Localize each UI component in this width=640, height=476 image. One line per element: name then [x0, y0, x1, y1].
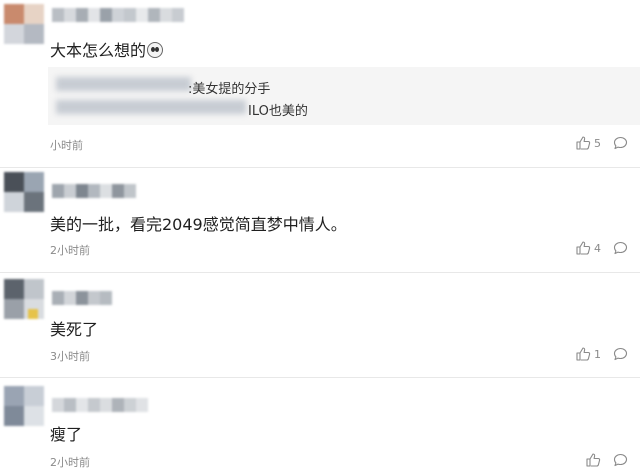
mosaic-tile [112, 398, 124, 412]
mosaic-tile [64, 398, 76, 412]
username-mosaic[interactable] [52, 398, 148, 412]
mosaic-tile [52, 291, 64, 305]
avatar-tile [24, 192, 44, 212]
comment-time: 2小时前 [50, 456, 90, 469]
like-button[interactable]: 1 [576, 347, 601, 361]
comment-text: 瘦了 [50, 425, 83, 444]
avatar-badge [28, 309, 38, 319]
comment-text: 美死了 [50, 320, 99, 339]
username-mosaic[interactable] [52, 184, 136, 198]
mosaic-tile [64, 8, 76, 22]
comment-item-1: 大本怎么想的 :美女提的分手 ILO也美的 小时前 5 [0, 0, 640, 167]
username-mosaic[interactable] [52, 291, 124, 305]
quote-line-2: ILO也美的 [248, 104, 308, 119]
avatar-tile [24, 24, 44, 44]
mosaic-tile [76, 184, 88, 198]
thumbs-up-icon [586, 453, 601, 467]
comment-bubble-icon [613, 453, 628, 467]
mosaic-tile [148, 8, 160, 22]
mosaic-tile [52, 8, 64, 22]
comment-text: 大本怎么想的 [50, 37, 164, 61]
quote-blur-block [56, 100, 246, 114]
avatar-tile [4, 4, 24, 24]
like-button[interactable]: 5 [576, 136, 601, 150]
comment-actions [586, 452, 628, 468]
avatar[interactable] [4, 172, 44, 212]
like-button[interactable] [586, 453, 601, 467]
mosaic-tile [100, 8, 112, 22]
like-count: 1 [594, 347, 601, 361]
comment-actions: 4 [576, 240, 628, 256]
comment-bubble-icon [613, 241, 628, 255]
mosaic-tile [136, 8, 148, 22]
mosaic-tile [112, 8, 124, 22]
like-button[interactable]: 4 [576, 241, 601, 255]
thumbs-up-icon [576, 241, 591, 255]
mosaic-tile [64, 291, 76, 305]
comment-bubble-icon [613, 136, 628, 150]
comment-time: 小时前 [50, 139, 83, 152]
comment-item-3: 美死了 3小时前 1 [0, 273, 640, 377]
comment-item-2: 美的一批，看完2049感觉简直梦中情人。 2小时前 4 [0, 168, 640, 272]
reply-button[interactable] [613, 136, 628, 150]
avatar-tile [4, 406, 24, 426]
mosaic-tile [124, 184, 136, 198]
username-mosaic[interactable] [52, 8, 184, 22]
comment-time: 2小时前 [50, 244, 90, 257]
mosaic-tile [112, 184, 124, 198]
comment-item-4: 瘦了 2小时前 [0, 378, 640, 476]
avatar-tile [4, 192, 24, 212]
avatar-tile [24, 406, 44, 426]
mosaic-tile [88, 8, 100, 22]
mosaic-tile [100, 398, 112, 412]
mosaic-tile [76, 8, 88, 22]
mosaic-tile [52, 184, 64, 198]
thumbs-up-icon [576, 136, 591, 150]
mosaic-tile [124, 398, 136, 412]
avatar[interactable] [4, 386, 44, 426]
quote-blur-block [56, 77, 191, 91]
mosaic-tile [76, 291, 88, 305]
mosaic-tile [52, 398, 64, 412]
reply-button[interactable] [613, 241, 628, 255]
mosaic-tile [88, 291, 100, 305]
quoted-reply[interactable]: :美女提的分手 ILO也美的 [48, 67, 640, 125]
comment-actions: 1 [576, 346, 628, 362]
avatar-tile [24, 386, 44, 406]
avatar-tile [4, 172, 24, 192]
comment-actions: 5 [576, 135, 628, 151]
comment-time: 3小时前 [50, 350, 90, 363]
avatar-tile [4, 24, 24, 44]
reply-button[interactable] [613, 453, 628, 467]
avatar-tile [4, 299, 24, 319]
comment-text-body: 大本怎么想的 [50, 41, 147, 60]
avatar-tile [4, 386, 24, 406]
thumbs-up-icon [576, 347, 591, 361]
mosaic-tile [136, 398, 148, 412]
reply-button[interactable] [613, 347, 628, 361]
avatar-tile [4, 279, 24, 299]
like-count: 5 [594, 136, 601, 150]
mosaic-tile [172, 8, 184, 22]
quote-line-1: :美女提的分手 [188, 82, 271, 97]
like-count: 4 [594, 241, 601, 255]
avatar-tile [24, 279, 44, 299]
comment-bubble-icon [613, 347, 628, 361]
avatar[interactable] [4, 4, 44, 44]
mosaic-tile [100, 291, 112, 305]
mosaic-tile [124, 8, 136, 22]
avatar-tile [24, 4, 44, 24]
mosaic-tile [160, 8, 172, 22]
avatar[interactable] [4, 279, 44, 319]
face-emoji-icon [147, 42, 164, 58]
mosaic-tile [88, 184, 100, 198]
mosaic-tile [76, 398, 88, 412]
mosaic-tile [64, 184, 76, 198]
comment-text: 美的一批，看完2049感觉简直梦中情人。 [50, 215, 347, 234]
mosaic-tile [100, 184, 112, 198]
mosaic-tile [88, 398, 100, 412]
avatar-tile [24, 172, 44, 192]
